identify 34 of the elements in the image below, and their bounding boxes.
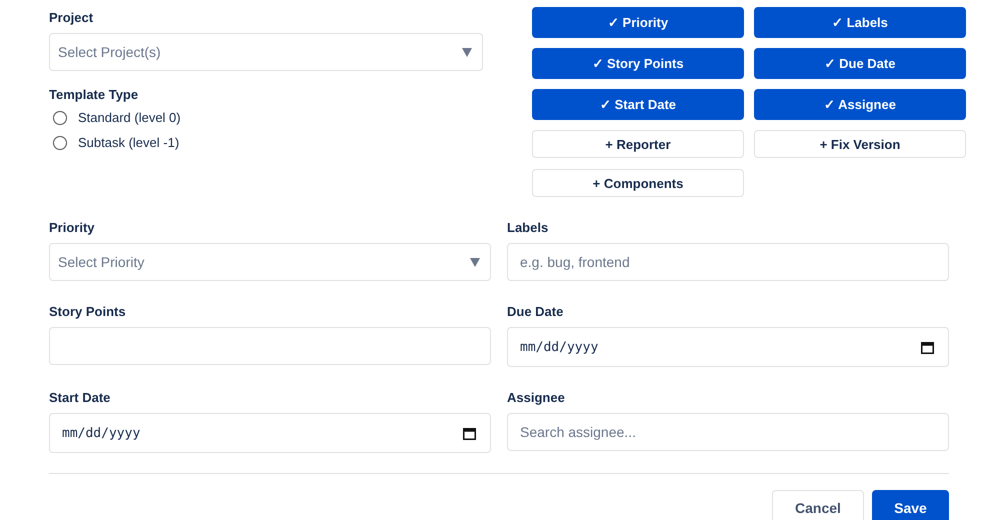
- field-toggle-button[interactable]: + Fix Version: [754, 130, 966, 158]
- text-input-field[interactable]: Search assignee...: [507, 413, 949, 451]
- cancel-button[interactable]: Cancel: [772, 490, 864, 520]
- text-input-field[interactable]: [49, 327, 491, 365]
- calendar-icon[interactable]: [921, 340, 934, 354]
- field-label: Template Type: [49, 87, 140, 103]
- date-input-field[interactable]: mm/dd/yyyy: [507, 327, 949, 367]
- field-toggle-button[interactable]: ✓ Assignee: [754, 89, 966, 120]
- field-toggle-button[interactable]: ✓ Start Date: [532, 89, 744, 120]
- field-label: Story Points: [49, 304, 127, 320]
- radio-button[interactable]: [53, 110, 67, 124]
- priority-select[interactable]: Select Priority: [49, 243, 491, 281]
- text-input-field[interactable]: e.g. bug, frontend: [507, 243, 949, 281]
- field-toggle-button[interactable]: + Components: [532, 169, 744, 197]
- date-input-field[interactable]: mm/dd/yyyy: [49, 413, 491, 453]
- field-label: Priority: [49, 220, 96, 236]
- project-select[interactable]: Select Project(s): [49, 33, 483, 71]
- field-toggle-button[interactable]: ✓ Labels: [754, 7, 966, 38]
- save-button[interactable]: Save: [872, 490, 949, 520]
- dropdown-caret-icon: [462, 48, 472, 56]
- field-toggle-button[interactable]: + Reporter: [532, 130, 744, 158]
- calendar-icon[interactable]: [463, 426, 476, 440]
- dropdown-caret-icon: [470, 258, 480, 266]
- field-toggle-button[interactable]: ✓ Story Points: [532, 48, 744, 79]
- field-label: Labels: [507, 220, 550, 236]
- field-toggle-button[interactable]: ✓ Due Date: [754, 48, 966, 79]
- radio-label: Standard (level 0): [78, 110, 181, 125]
- field-label: Assignee: [507, 390, 566, 406]
- field-label: Due Date: [507, 304, 564, 320]
- radio-button[interactable]: [53, 136, 67, 150]
- field-toggle-button[interactable]: ✓ Priority: [532, 7, 744, 38]
- field-label: Start Date: [49, 390, 112, 406]
- field-label: Project: [49, 10, 94, 26]
- radio-label: Subtask (level -1): [78, 135, 180, 150]
